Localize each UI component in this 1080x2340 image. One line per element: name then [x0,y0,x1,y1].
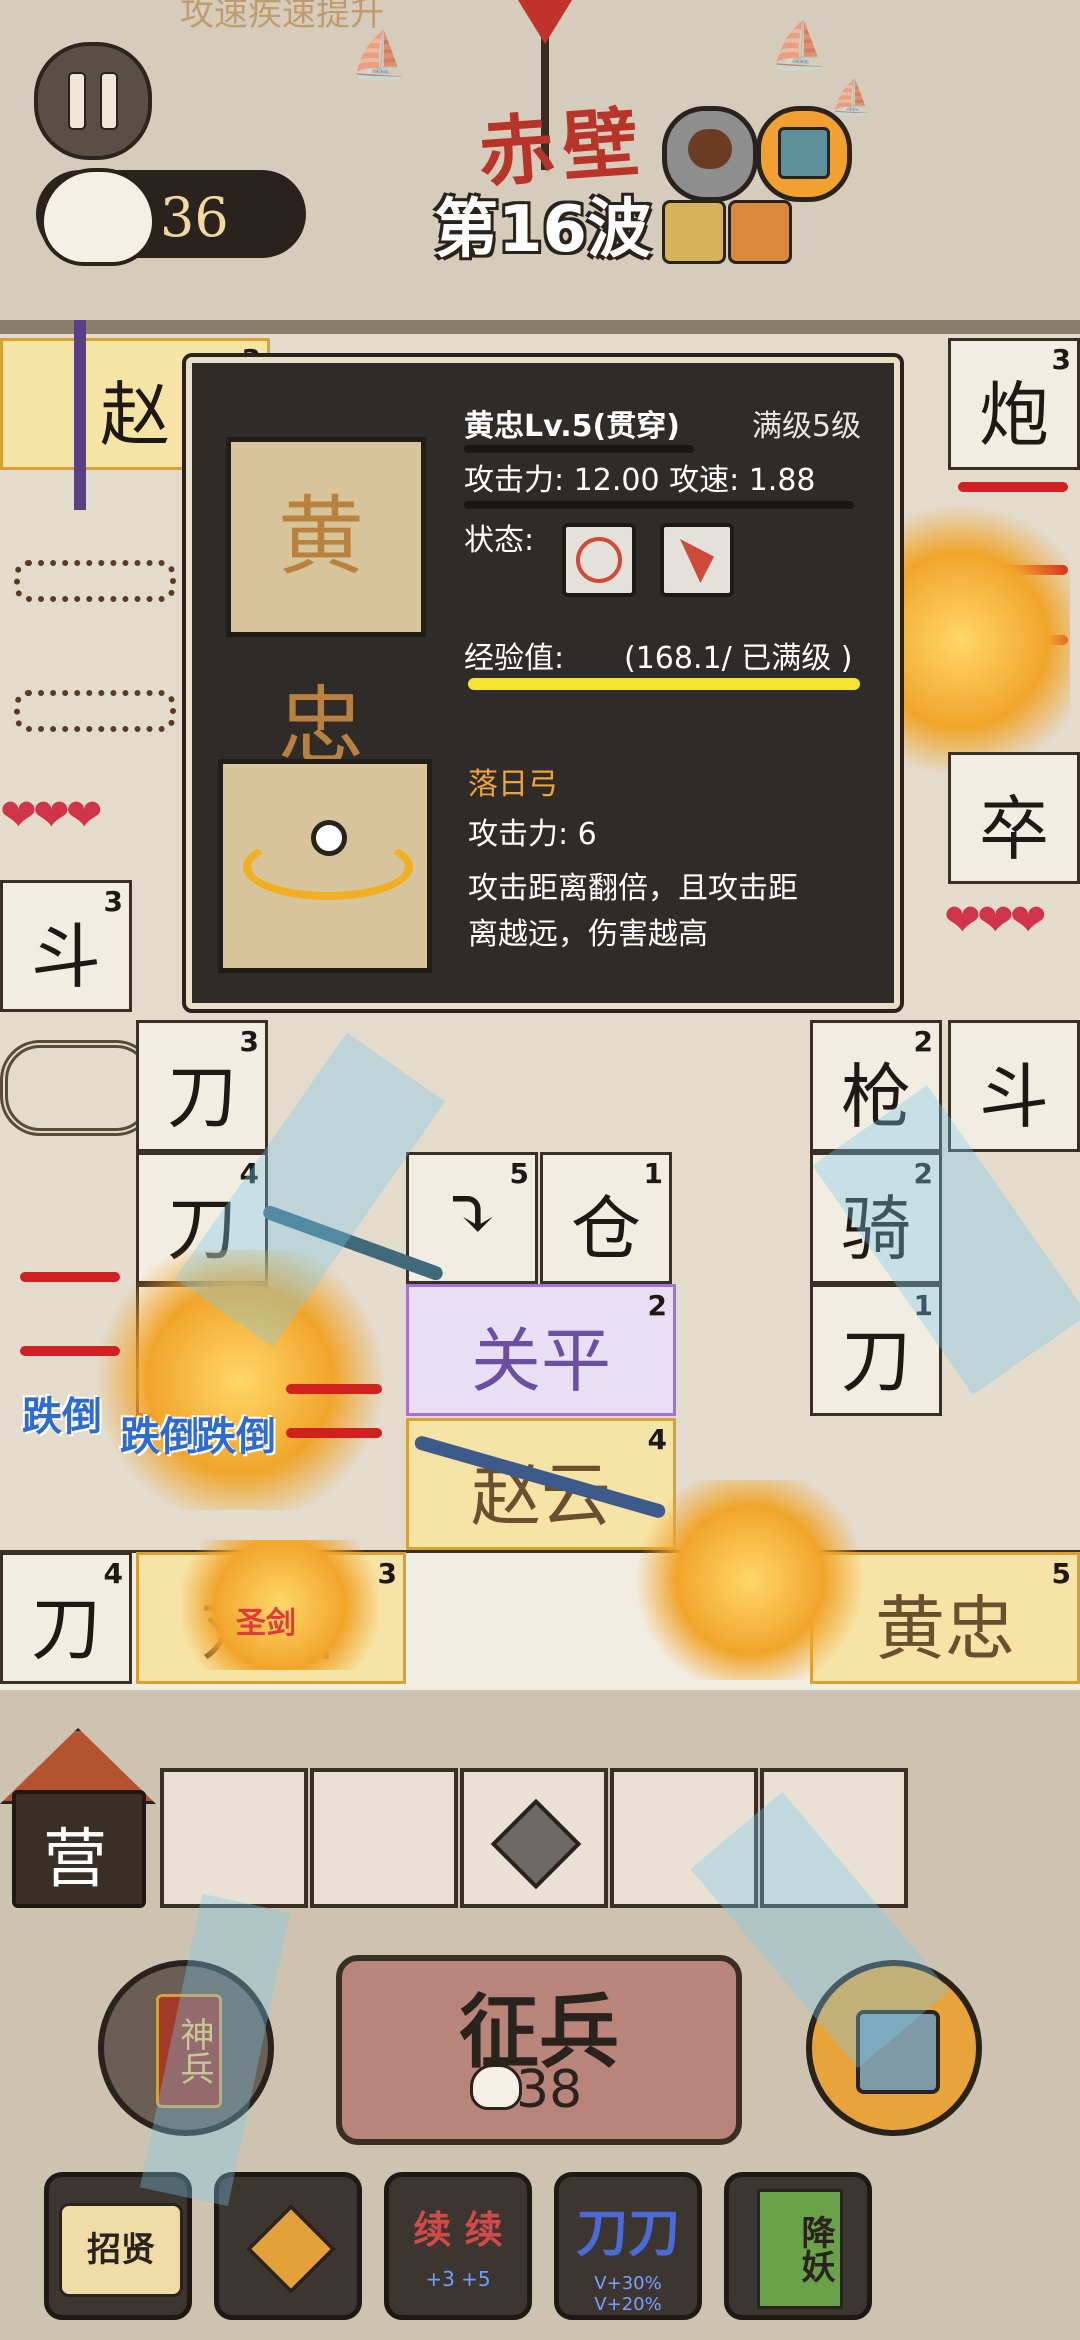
status-text: 跌倒 [196,1414,276,1460]
ship-decoration: ⛵ [830,78,873,118]
status-text: 圣剑 [236,1606,296,1641]
unit-cell[interactable]: 卒 [948,752,1080,884]
status-label: 状态: [464,523,535,558]
axe-status-icon[interactable] [660,523,734,597]
shovel-buff-icon [662,200,726,264]
hearts-icon: ❤❤❤ [0,790,103,841]
arrows-buff-icon [728,200,792,264]
attack-stats: 攻击力: 12.00 攻速: 1.88 [464,463,816,498]
inventory-slot[interactable] [460,1768,608,1908]
max-level: 满级5级 [752,409,862,444]
unit-cell[interactable]: 斗3 [0,880,132,1012]
wave-counter: 第16波 [434,193,652,267]
unit-cell[interactable]: 斗 [948,1020,1080,1152]
status-text: 跌倒 [22,1394,102,1440]
rice-count: 36 [160,186,229,249]
blade-buff-button[interactable]: 刀刀 V+30% V+20% [554,2172,702,2320]
rice-icon [40,168,156,266]
pause-icon [68,72,86,130]
weapon-desc-line2: 离越远，伤害越高 [468,917,708,952]
exp-value: (168.1/ 已满级 ) [624,641,853,676]
exp-label: 经验值: [464,641,565,676]
inventory-slot[interactable] [160,1768,308,1908]
continue-buff-button[interactable]: 续 续 +3 +5 [384,2172,532,2320]
unit-cell[interactable]: 炮3 [948,338,1080,470]
weapon-portrait [218,759,432,973]
hearts-icon: ❤❤❤ [944,895,1047,946]
chain-enemy [14,560,176,602]
swirl-enemy [0,1040,156,1136]
bomb-item-button[interactable] [662,106,758,202]
bomb-icon [688,129,732,169]
unit-cell[interactable]: 仓1 [540,1152,672,1284]
hero-portrait: 黄忠 [226,437,426,777]
weapon-attack: 攻击力: 6 [468,817,597,852]
recruit-cost: 38 [516,2060,583,2120]
camp-label: 营 [43,1823,107,1897]
gold-shovel-icon [245,2203,337,2295]
ship-decoration: ⛵ [350,28,408,82]
pause-button[interactable] [34,42,152,160]
rice-icon [470,2064,522,2110]
shovel-tool-button[interactable] [214,2172,362,2320]
hero-cell-guan-ping[interactable]: 关平 2 [406,1284,676,1416]
weapon-desc-line1: 攻击距离翻倍，且攻击距 [468,871,798,906]
ship-decoration: ⛵ [770,18,828,72]
spear-icon [74,320,86,510]
summon-talent-button[interactable]: 招贤 [44,2172,192,2320]
unit-cell[interactable]: 刀4 [0,1552,132,1684]
hero-title: 黄忠Lv.5(贯穿) [464,409,680,444]
shovel-icon [490,1798,582,1890]
unit-cell[interactable]: 刀3 [136,1020,268,1152]
demon-subdue-button[interactable]: 降妖 [724,2172,872,2320]
exp-bar [468,678,860,690]
machine-item-button[interactable] [756,106,852,202]
crosshair-status-icon[interactable] [562,523,636,597]
machine-icon [778,127,830,179]
status-text: 跌倒 [120,1414,200,1460]
weapon-name: 落日弓 [468,767,558,802]
chain-enemy [14,690,176,732]
hero-info-popup: 黄忠 黄忠Lv.5(贯穿) 满级5级 攻击力: 12.00 攻速: 1.88 状… [186,357,900,1009]
inventory-slot[interactable] [310,1768,458,1908]
